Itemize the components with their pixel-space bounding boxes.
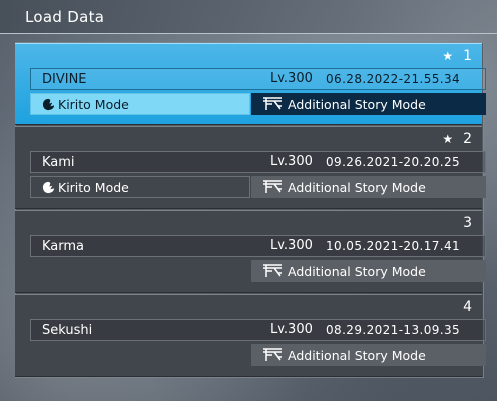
- kirito-mode-button[interactable]: Kirito Mode: [30, 176, 250, 198]
- additional-story-button[interactable]: Additional Story Mode: [251, 260, 486, 282]
- additional-story-label: Additional Story Mode: [288, 347, 426, 363]
- slot-index: 1: [463, 48, 472, 64]
- slot-info-row: Sekushi Lv.300 08.29.2021-13.09.35: [30, 319, 486, 341]
- slot-index: 3: [463, 215, 472, 231]
- level: Lv.300: [270, 238, 313, 253]
- save-slot-2[interactable]: ★ 2 Kami Lv.300 09.26.2021-20.20.25 Kiri…: [15, 126, 486, 209]
- level: Lv.300: [270, 71, 313, 86]
- mode-row: Kirito Mode Additional Story Mode: [30, 93, 486, 115]
- header-bar: Load Data: [0, 0, 497, 34]
- mode-row: Additional Story Mode: [30, 344, 486, 366]
- additional-story-button[interactable]: Additional Story Mode: [251, 176, 486, 198]
- slot-number: ★ 1: [442, 48, 472, 64]
- kirito-mode-label: Kirito Mode: [58, 179, 129, 195]
- kirito-icon: [42, 98, 55, 110]
- mode-row: Additional Story Mode: [30, 260, 486, 282]
- additional-story-button[interactable]: Additional Story Mode: [251, 93, 486, 115]
- slot-info-row: Karma Lv.300 10.05.2021-20.17.41: [30, 235, 486, 257]
- page-title: Load Data: [25, 8, 105, 26]
- character-name: DIVINE: [42, 72, 87, 87]
- slot-number: 4: [463, 299, 472, 315]
- save-slot-1[interactable]: ★ 1 DIVINE Lv.300 06.28.2022-21.55.34 Ki…: [15, 43, 486, 125]
- star-icon: ★: [442, 132, 454, 146]
- save-slot-3[interactable]: 3 Karma Lv.300 10.05.2021-20.17.41 Addit…: [15, 210, 486, 293]
- mode-row: Kirito Mode Additional Story Mode: [30, 176, 486, 198]
- slot-info-row: DIVINE Lv.300 06.28.2022-21.55.34: [30, 68, 486, 90]
- additional-story-button[interactable]: Additional Story Mode: [251, 344, 486, 366]
- additional-story-label: Additional Story Mode: [288, 96, 426, 112]
- character-name: Karma: [42, 239, 85, 254]
- save-date: 08.29.2021-13.09.35: [326, 323, 461, 337]
- save-date: 09.26.2021-20.20.25: [326, 155, 461, 169]
- kirito-icon: [42, 181, 55, 193]
- story-emblem-icon: [263, 264, 282, 277]
- slot-number: ★ 2: [442, 131, 472, 147]
- kirito-mode-label: Kirito Mode: [58, 96, 129, 112]
- slot-index: 2: [463, 131, 472, 147]
- story-emblem-icon: [263, 180, 282, 193]
- level: Lv.300: [270, 154, 313, 169]
- story-emblem-icon: [263, 348, 282, 361]
- slot-index: 4: [463, 299, 472, 315]
- level: Lv.300: [270, 322, 313, 337]
- kirito-mode-button[interactable]: Kirito Mode: [30, 93, 250, 115]
- slot-number: 3: [463, 215, 472, 231]
- star-icon: ★: [442, 49, 454, 63]
- additional-story-label: Additional Story Mode: [288, 179, 426, 195]
- character-name: Kami: [42, 155, 75, 170]
- character-name: Sekushi: [42, 323, 93, 338]
- save-date: 10.05.2021-20.17.41: [326, 239, 461, 253]
- additional-story-label: Additional Story Mode: [288, 263, 426, 279]
- slot-info-row: Kami Lv.300 09.26.2021-20.20.25: [30, 151, 486, 173]
- save-slot-4[interactable]: 4 Sekushi Lv.300 08.29.2021-13.09.35 Add…: [15, 294, 486, 377]
- story-emblem-icon: [263, 97, 282, 110]
- save-date: 06.28.2022-21.55.34: [326, 72, 461, 86]
